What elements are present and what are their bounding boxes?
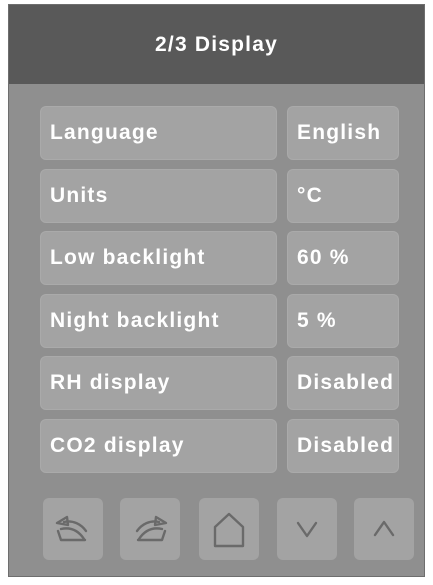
scroll-up-button[interactable]: [354, 498, 414, 560]
scroll-down-button[interactable]: [277, 498, 337, 560]
setting-value-button[interactable]: 5 %: [287, 294, 399, 348]
setting-label-button[interactable]: Low backlight: [40, 231, 277, 285]
home-icon: [213, 512, 245, 548]
setting-label-button[interactable]: Language: [40, 106, 277, 160]
undo-icon: [55, 515, 88, 542]
setting-row-low-backlight: Low backlight 60 %: [9, 231, 424, 285]
setting-row-co2-display: CO2 display Disabled: [9, 419, 424, 473]
redo-icon: [135, 515, 168, 542]
setting-value-button[interactable]: °C: [287, 169, 399, 223]
page-title: 2/3 Display: [155, 32, 278, 56]
setting-row-night-backlight: Night backlight 5 %: [9, 294, 424, 348]
setting-label-button[interactable]: Night backlight: [40, 294, 277, 348]
setting-value-button[interactable]: Disabled: [287, 356, 399, 410]
header-bar: 2/3 Display: [9, 5, 424, 84]
setting-value-button[interactable]: 60 %: [287, 231, 399, 285]
setting-row-language: Language English: [9, 106, 424, 160]
setting-label-button[interactable]: RH display: [40, 356, 277, 410]
undo-button[interactable]: [43, 498, 103, 560]
redo-button[interactable]: [120, 498, 180, 560]
setting-label-button[interactable]: Units: [40, 169, 277, 223]
setting-value-button[interactable]: Disabled: [287, 419, 399, 473]
setting-row-units: Units °C: [9, 169, 424, 223]
setting-label-button[interactable]: CO2 display: [40, 419, 277, 473]
setting-value-button[interactable]: English: [287, 106, 399, 160]
home-button[interactable]: [199, 498, 259, 560]
setting-row-rh-display: RH display Disabled: [9, 356, 424, 410]
chevron-down-icon: [296, 521, 318, 538]
chevron-up-icon: [373, 520, 395, 537]
device-panel: 2/3 Display Language English Units °C Lo…: [8, 4, 425, 577]
